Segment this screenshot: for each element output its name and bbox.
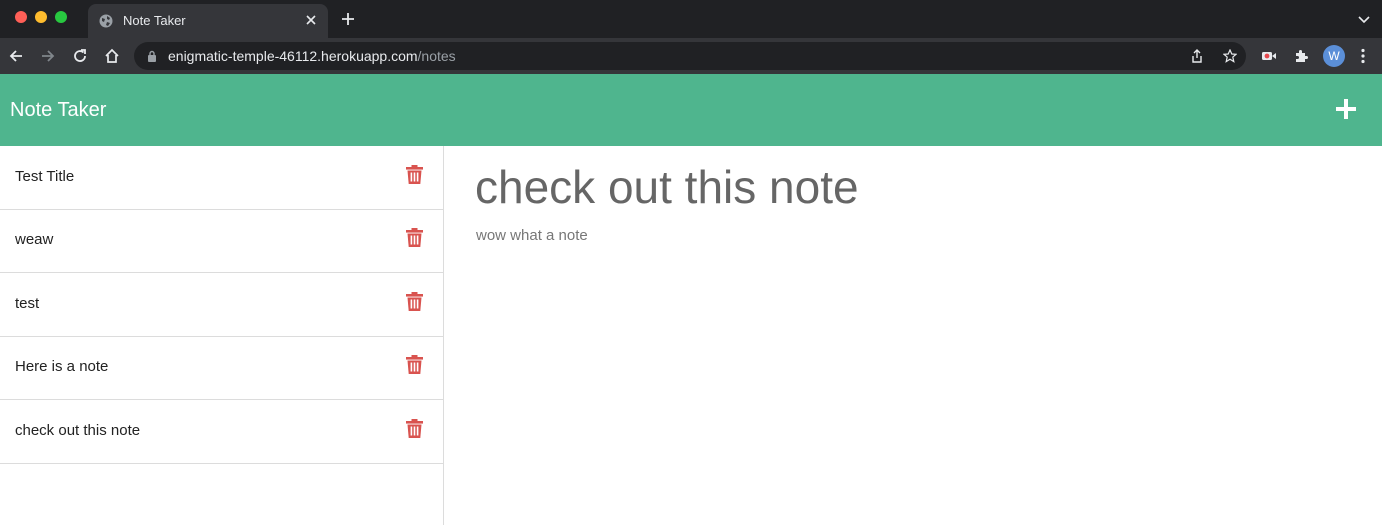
note-item-title: test xyxy=(15,295,40,312)
note-text-area[interactable]: wow what a note xyxy=(476,227,588,244)
note-title-input[interactable]: check out this note xyxy=(475,160,859,214)
app-navbar: Note Taker xyxy=(0,74,1382,146)
note-list: Test Title weaw test Here is a note chec… xyxy=(0,146,444,525)
browser-tab[interactable]: Note Taker xyxy=(88,4,328,38)
delete-trash-icon[interactable] xyxy=(406,165,423,184)
extensions-puzzle-icon[interactable] xyxy=(1293,48,1309,64)
tab-title: Note Taker xyxy=(123,13,186,28)
lock-icon[interactable] xyxy=(147,50,157,62)
reload-icon[interactable] xyxy=(72,48,88,64)
back-arrow-icon[interactable] xyxy=(8,48,24,64)
close-window-button[interactable] xyxy=(15,11,27,23)
note-item-title: Test Title xyxy=(15,168,75,185)
bookmark-star-icon[interactable] xyxy=(1223,49,1237,63)
note-item-title: weaw xyxy=(15,231,54,248)
app-brand-title[interactable]: Note Taker xyxy=(10,99,106,122)
list-item[interactable]: test xyxy=(0,273,443,337)
share-icon[interactable] xyxy=(1190,49,1204,63)
new-note-plus-icon[interactable] xyxy=(1334,97,1358,121)
list-item[interactable]: Here is a note xyxy=(0,336,443,400)
minimize-window-button[interactable] xyxy=(35,11,47,23)
list-item[interactable]: check out this note xyxy=(0,400,443,464)
list-item[interactable]: weaw xyxy=(0,209,443,273)
extension-record-icon[interactable] xyxy=(1261,48,1277,64)
globe-icon xyxy=(99,14,113,28)
list-item[interactable]: Test Title xyxy=(0,146,443,210)
delete-trash-icon[interactable] xyxy=(406,419,423,438)
note-item-title: check out this note xyxy=(15,422,141,439)
delete-trash-icon[interactable] xyxy=(406,355,423,374)
maximize-window-button[interactable] xyxy=(55,11,67,23)
close-tab-icon[interactable] xyxy=(304,13,318,27)
url-text: enigmatic-temple-46112.herokuapp.com/not… xyxy=(168,48,456,64)
delete-trash-icon[interactable] xyxy=(406,228,423,247)
delete-trash-icon[interactable] xyxy=(406,292,423,311)
browser-tab-bar: Note Taker xyxy=(0,0,1382,38)
address-bar[interactable]: enigmatic-temple-46112.herokuapp.com/not… xyxy=(134,42,1246,70)
home-icon[interactable] xyxy=(104,48,120,64)
forward-arrow-icon[interactable] xyxy=(40,48,56,64)
new-tab-icon[interactable] xyxy=(341,12,355,26)
browser-toolbar: enigmatic-temple-46112.herokuapp.com/not… xyxy=(0,38,1382,74)
tab-search-chevron-icon[interactable] xyxy=(1358,14,1370,24)
url-path: /notes xyxy=(417,48,456,64)
url-host: enigmatic-temple-46112.herokuapp.com xyxy=(168,48,418,64)
note-editor: check out this note wow what a note xyxy=(444,146,1382,525)
profile-avatar[interactable]: W xyxy=(1323,45,1345,67)
more-menu-icon[interactable] xyxy=(1360,48,1366,64)
note-item-title: Here is a note xyxy=(15,358,109,375)
